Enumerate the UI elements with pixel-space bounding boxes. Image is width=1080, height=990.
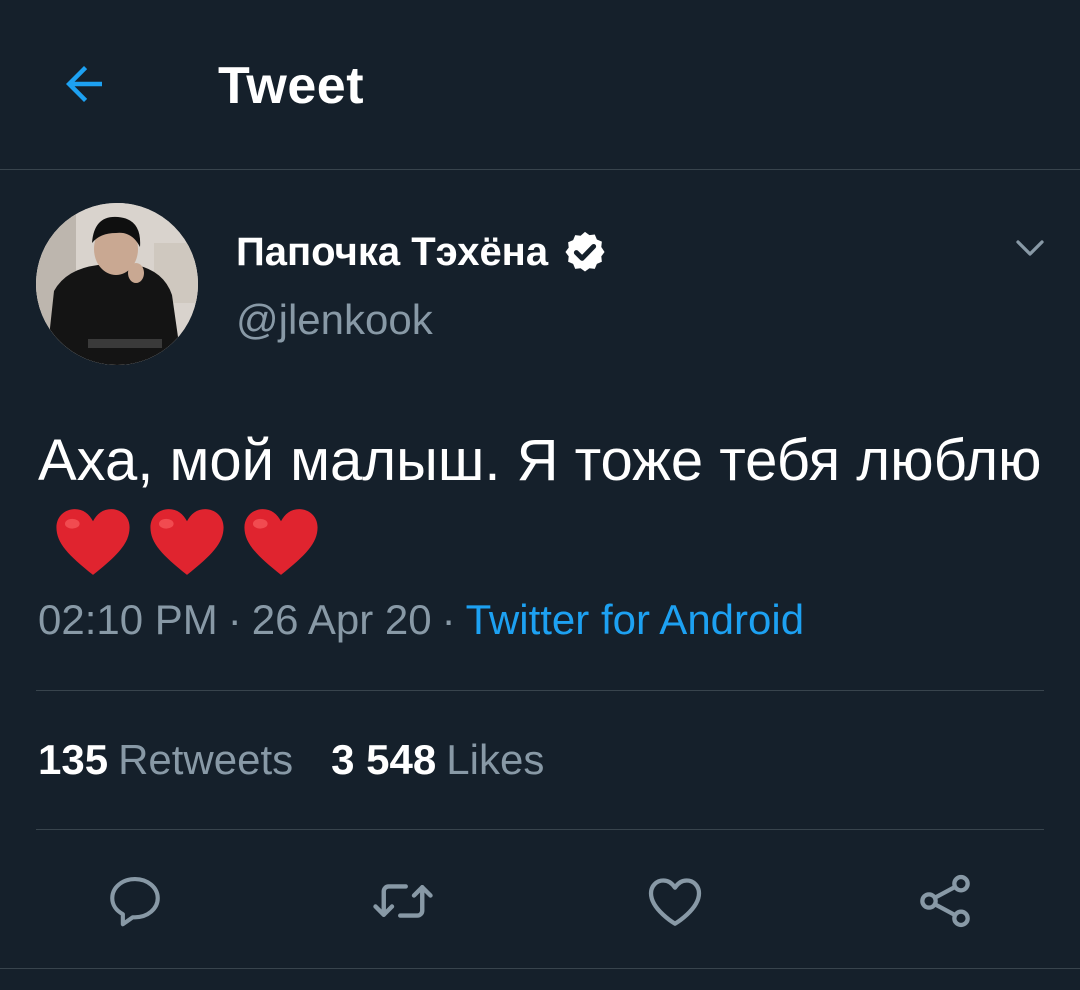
avatar-photo [36, 203, 198, 365]
likes-stat[interactable]: 3 548 Likes [331, 736, 544, 784]
retweet-icon [373, 884, 433, 918]
tweet-options-button[interactable] [1008, 226, 1052, 270]
chevron-down-icon [1016, 240, 1044, 256]
reply-icon [110, 876, 160, 927]
retweets-label: Retweets [118, 736, 294, 783]
tweet-body: Аха, мой малыш. Я тоже тебя люблю [38, 418, 1048, 590]
share-icon [920, 874, 970, 928]
red-heart-emoji [148, 506, 226, 578]
tweet-stats: 135 Retweets 3 548 Likes [38, 736, 544, 784]
meta-separator: · [441, 596, 456, 643]
tweet-source-link[interactable]: Twitter for Android [466, 596, 804, 643]
divider [36, 829, 1044, 830]
retweets-count: 135 [38, 736, 109, 783]
divider [0, 968, 1080, 969]
like-button[interactable] [640, 866, 710, 936]
meta-separator: · [227, 596, 242, 643]
arrow-left-icon [66, 66, 102, 102]
tweet-date: 26 Apr 20 [251, 596, 432, 643]
display-name[interactable]: Папочка Тэхёна [236, 230, 548, 275]
tweet-text: Аха, мой малыш. Я тоже тебя люблю [38, 428, 1042, 493]
retweet-button[interactable] [368, 866, 438, 936]
retweets-stat[interactable]: 135 Retweets [38, 736, 293, 784]
divider [36, 690, 1044, 691]
verified-badge-icon [565, 231, 605, 272]
tweet-meta: 02:10 PM · 26 Apr 20 · Twitter for Android [38, 596, 804, 644]
back-button[interactable] [52, 52, 116, 116]
reply-button[interactable] [100, 866, 170, 936]
top-app-bar: Tweet [0, 0, 1080, 170]
red-heart-emoji [54, 506, 132, 578]
page-title: Tweet [218, 57, 365, 115]
tweet-time: 02:10 PM [38, 596, 218, 643]
user-handle[interactable]: @jlenkook [236, 296, 433, 344]
red-heart-emoji [242, 506, 320, 578]
share-button[interactable] [910, 866, 980, 936]
author-name-row[interactable]: Папочка Тэхёна [236, 224, 608, 280]
like-icon [648, 878, 702, 926]
likes-label: Likes [446, 736, 545, 783]
likes-count: 3 548 [331, 736, 437, 783]
avatar[interactable] [36, 203, 198, 365]
